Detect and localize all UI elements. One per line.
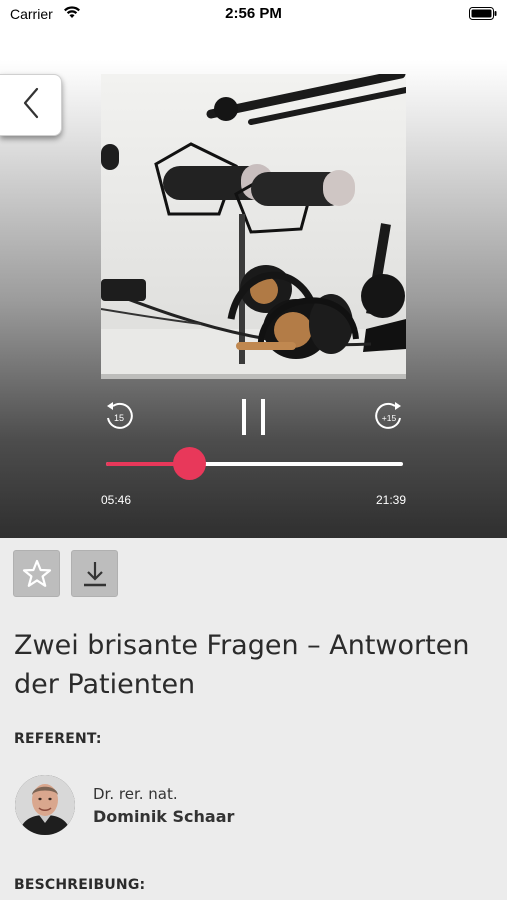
skip-back-15-button[interactable]: 15 — [103, 400, 135, 432]
forward-15-icon: +15 — [375, 402, 401, 429]
clock: 2:56 PM — [225, 5, 282, 22]
skip-back-label: 15 — [114, 413, 124, 423]
download-icon — [83, 561, 106, 586]
pause-button[interactable] — [236, 397, 272, 437]
skip-forward-15-button[interactable]: +15 — [373, 400, 405, 432]
elapsed-time: 05:46 — [101, 493, 132, 507]
download-button[interactable] — [71, 550, 118, 597]
episode-title: Zwei brisante Fragen – Antworten der Pat… — [14, 630, 470, 700]
status-bar: Carrier 2:56 PM — [0, 0, 507, 28]
speaker-academic-title: Dr. rer. nat. — [93, 785, 178, 803]
progress-slider[interactable] — [106, 447, 403, 480]
back-button[interactable] — [0, 74, 62, 136]
description-section-label: BESCHREIBUNG: — [14, 877, 146, 893]
favorite-button[interactable] — [13, 550, 60, 597]
episode-artwork — [101, 74, 406, 379]
pause-icon — [242, 399, 265, 435]
total-duration: 21:39 — [375, 493, 406, 507]
progress-thumb[interactable] — [173, 447, 207, 480]
rewind-15-icon: 15 — [107, 402, 133, 429]
battery-icon — [469, 7, 497, 24]
star-icon — [22, 559, 51, 587]
skip-forward-label: +15 — [382, 413, 397, 423]
chevron-left-icon — [21, 87, 41, 123]
speaker-section-label: REFERENT: — [14, 731, 102, 747]
speaker-name: Dominik Schaar — [93, 807, 235, 826]
speaker-avatar — [15, 775, 75, 835]
